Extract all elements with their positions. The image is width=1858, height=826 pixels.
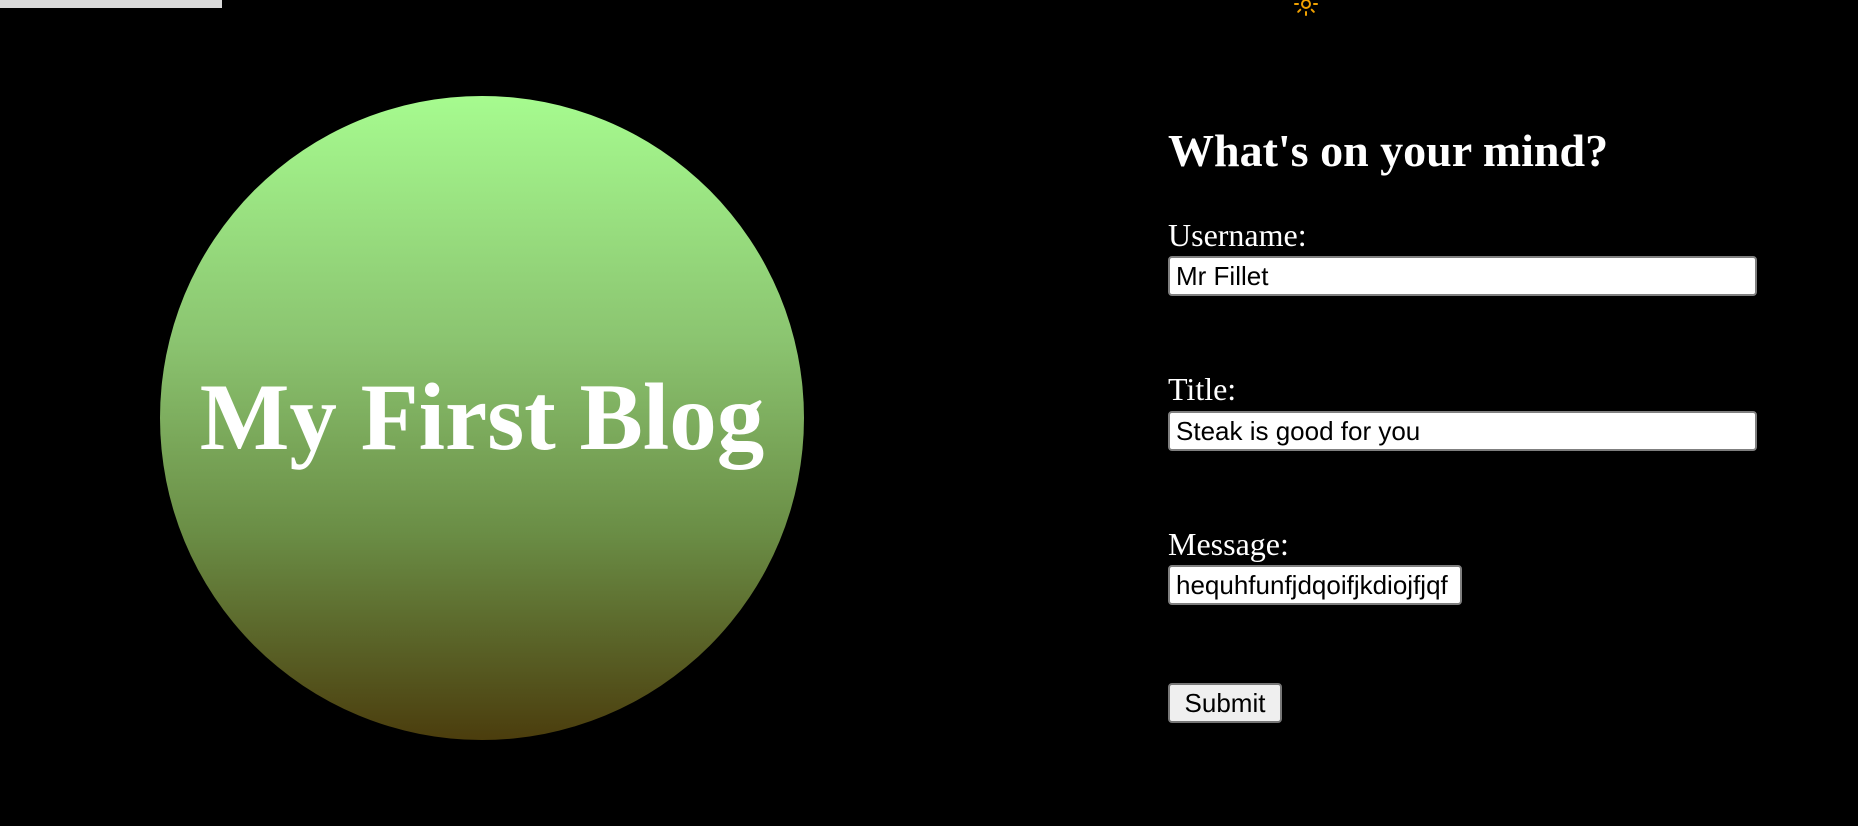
hero-circle: My First Blog	[160, 96, 804, 740]
form-heading: What's on your mind?	[1168, 125, 1609, 176]
blog-title: My First Blog	[199, 363, 765, 470]
sun-icon[interactable]	[1294, 0, 1318, 16]
message-label: Message:	[1168, 526, 1289, 562]
title-input[interactable]	[1168, 411, 1757, 451]
username-input[interactable]	[1168, 256, 1757, 296]
submit-button[interactable]: Submit	[1168, 683, 1282, 723]
title-label: Title:	[1168, 371, 1237, 407]
top-bar-remnant	[0, 0, 222, 8]
new-post-form: What's on your mind? Username: Title: Me…	[1168, 123, 1768, 723]
message-input[interactable]	[1168, 565, 1462, 605]
username-label: Username:	[1168, 217, 1307, 253]
